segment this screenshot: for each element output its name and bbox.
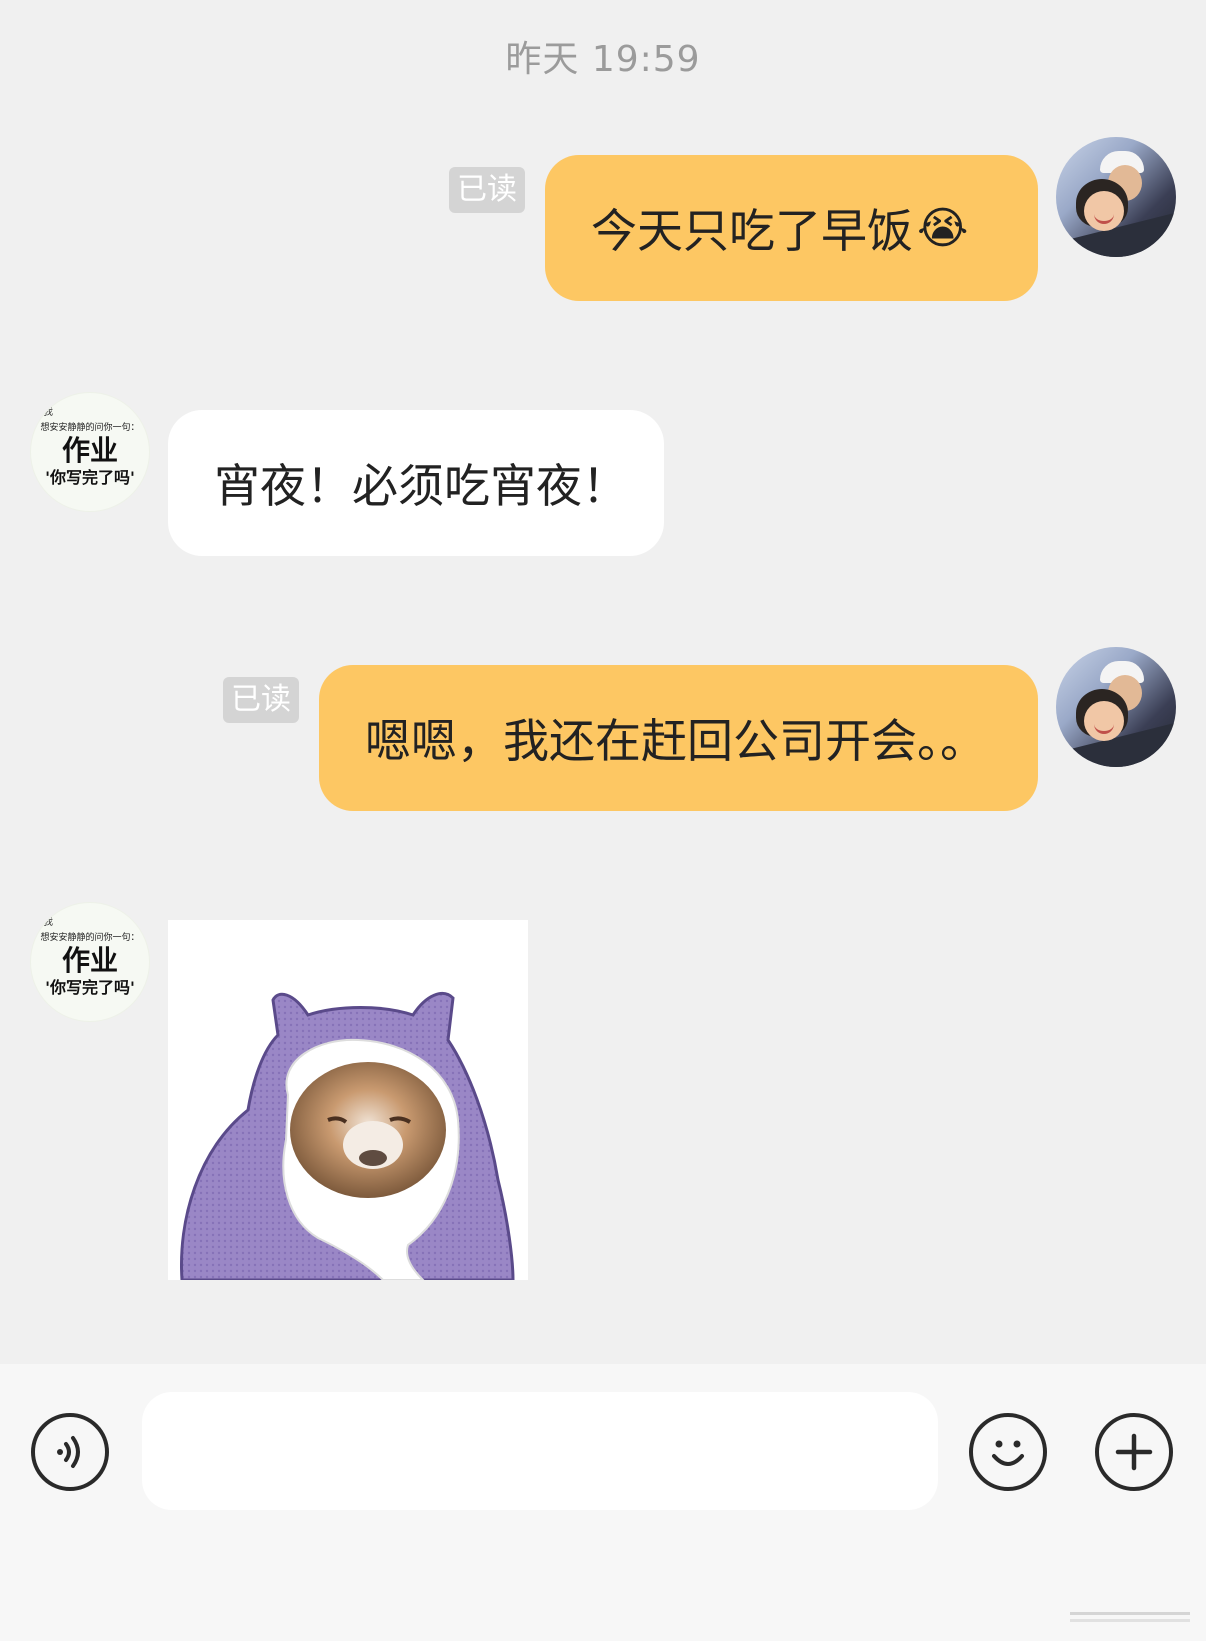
message-text: 嗯嗯，我还在赶回公司开会。。 (365, 714, 986, 768)
peer-avatar[interactable]: 我 想安安静静的问你一句： 作业 '你写完了吗' (30, 902, 150, 1022)
crying-face-emoji: 😭 (917, 202, 969, 254)
self-avatar[interactable] (1056, 137, 1176, 257)
message-text: 今天只吃了早饭 (591, 204, 913, 258)
watermark-decoration (1070, 1612, 1190, 1622)
hamster-sticker-graphic (180, 992, 515, 1280)
avatar-mark: 我 (43, 917, 53, 928)
message-bubble-peer[interactable]: 宵夜！必须吃宵夜！ (168, 410, 664, 556)
peer-avatar[interactable]: 我 想安安静静的问你一句： 作业 '你写完了吗' (30, 392, 150, 512)
avatar-text-top: 想安安静静的问你一句： (40, 422, 140, 433)
avatar-text-top: 想安安静静的问你一句： (40, 932, 140, 943)
voice-button[interactable] (31, 1413, 109, 1491)
read-badge: 已读 (223, 677, 299, 723)
plus-icon (1115, 1433, 1153, 1471)
avatar-text-bottom: '你写完了吗' (45, 467, 135, 487)
avatar-text-main: 作业 (61, 943, 118, 977)
message-input[interactable] (142, 1392, 938, 1510)
avatar-text-bottom: '你写完了吗' (45, 977, 135, 997)
emoji-button[interactable] (969, 1413, 1047, 1491)
message-bubble-self[interactable]: 今天只吃了早饭 😭 (545, 155, 1038, 301)
smiley-icon (992, 1440, 1024, 1466)
avatar-mark: 我 (43, 407, 53, 418)
avatar-text-main: 作业 (61, 433, 118, 467)
plus-button[interactable] (1095, 1413, 1173, 1491)
read-badge: 已读 (449, 167, 525, 213)
voice-icon (57, 1436, 80, 1468)
message-text: 宵夜！必须吃宵夜！ (214, 459, 628, 513)
hamster-sticker-image[interactable] (168, 920, 528, 1280)
message-bubble-self[interactable]: 嗯嗯，我还在赶回公司开会。。 (319, 665, 1038, 811)
self-avatar[interactable] (1056, 647, 1176, 767)
chat-timestamp: 昨天 19:59 (505, 39, 701, 80)
